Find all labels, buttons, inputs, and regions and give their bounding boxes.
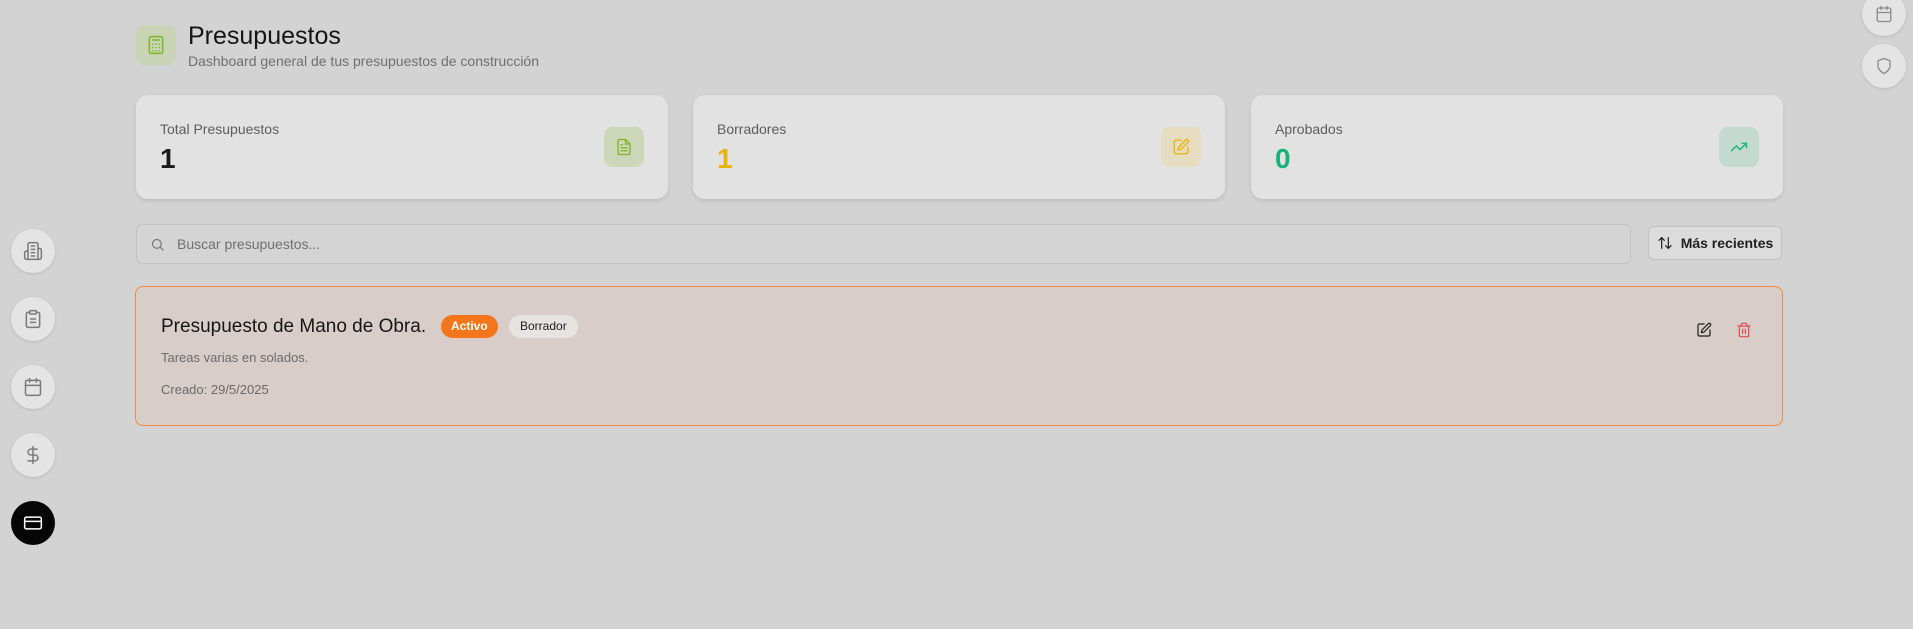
file-text-icon — [617, 138, 631, 156]
sidebar-item-finance[interactable] — [11, 433, 55, 477]
clipboard-icon — [25, 309, 41, 329]
calendar-icon — [24, 377, 42, 397]
sidebar-item-buildings[interactable] — [11, 229, 55, 273]
stat-card-total: Total Presupuestos 1 — [136, 95, 668, 199]
edit-icon — [1697, 322, 1712, 337]
edit-icon — [1173, 138, 1190, 155]
stat-card-drafts: Borradores 1 — [693, 95, 1225, 199]
stat-label: Borradores — [717, 121, 787, 137]
calendar-icon — [1876, 5, 1892, 23]
sort-label: Más recientes — [1680, 235, 1774, 251]
sidebar-item-budgets[interactable] — [11, 501, 55, 545]
budget-card[interactable]: Presupuesto de Mano de Obra. Activo Borr… — [135, 286, 1783, 426]
search-icon — [151, 238, 164, 251]
stat-label: Aprobados — [1275, 121, 1343, 137]
trending-up-icon — [1730, 142, 1748, 152]
sidebar-item-tasks[interactable] — [11, 297, 55, 341]
stat-value: 0 — [1275, 143, 1291, 174]
page-subtitle: Dashboard general de tus presupuestos de… — [188, 53, 539, 69]
sidebar-item-calendar[interactable] — [11, 365, 55, 409]
delete-budget-button[interactable] — [1729, 315, 1759, 345]
stat-icon-box — [1161, 127, 1201, 167]
page-title: Presupuestos — [188, 22, 341, 50]
building-icon — [23, 241, 43, 261]
budget-created-date: Creado: 29/5/2025 — [161, 382, 269, 397]
shield-icon — [1877, 57, 1891, 75]
sort-arrows-icon — [1658, 237, 1672, 249]
search-bar — [136, 224, 1631, 264]
credit-card-icon — [23, 516, 43, 530]
search-input[interactable] — [175, 235, 1579, 253]
stat-value: 1 — [717, 143, 733, 174]
dollar-icon — [27, 445, 39, 465]
stat-icon-box — [604, 127, 644, 167]
right-calendar-button[interactable] — [1862, 0, 1906, 36]
stat-label: Total Presupuestos — [160, 121, 280, 137]
stat-card-approved: Aprobados 0 — [1251, 95, 1783, 199]
status-badge-draft: Borrador — [509, 315, 578, 338]
calculator-icon — [148, 35, 164, 55]
budget-title: Presupuesto de Mano de Obra. — [161, 316, 427, 337]
header-icon — [136, 25, 176, 65]
status-badge-active: Activo — [441, 315, 498, 338]
budget-description: Tareas varias en solados. — [161, 350, 309, 365]
trash-icon — [1737, 322, 1751, 338]
edit-budget-button[interactable] — [1689, 315, 1719, 345]
sort-button[interactable]: Más recientes — [1648, 226, 1782, 260]
stat-icon-box — [1719, 127, 1759, 167]
stat-value: 1 — [160, 143, 176, 174]
right-security-button[interactable] — [1862, 44, 1906, 88]
